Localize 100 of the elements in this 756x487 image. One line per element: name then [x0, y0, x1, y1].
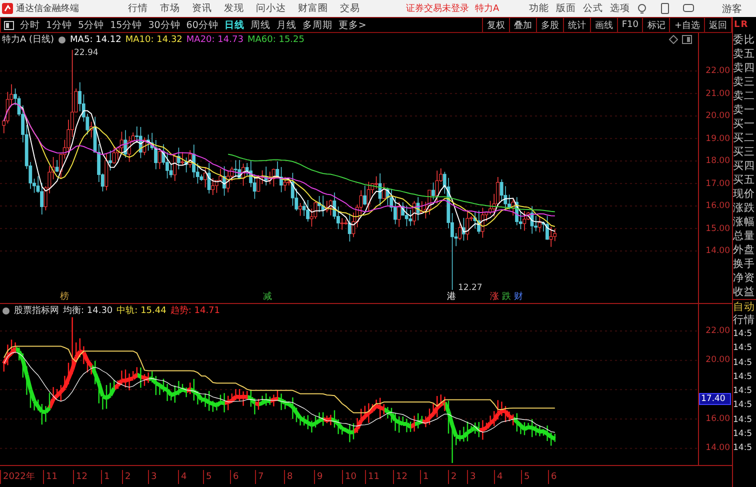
- date-label: 2: [122, 470, 131, 484]
- trade-time: 14:5: [733, 428, 754, 442]
- quote-row-label: 卖三: [733, 75, 756, 89]
- quote-row-label: 收益: [733, 285, 756, 299]
- quote-row-label: 买三: [733, 145, 756, 159]
- tool-menu-item[interactable]: 功能: [529, 2, 550, 15]
- period-tab[interactable]: 更多>: [335, 18, 370, 32]
- toolbar-button[interactable]: 叠加: [508, 18, 536, 32]
- event-marker[interactable]: 跌: [502, 292, 511, 303]
- period-tab[interactable]: 月线: [273, 18, 300, 32]
- axis-label: 18.00: [706, 156, 730, 166]
- menu-item[interactable]: 行情: [128, 2, 148, 15]
- period-tab[interactable]: 日线: [221, 18, 248, 32]
- date-label: 3: [148, 470, 157, 484]
- axis-label: 17.00: [706, 178, 730, 188]
- event-marker[interactable]: 涨: [490, 292, 499, 303]
- menu-item[interactable]: 问小达: [256, 2, 286, 15]
- indicator-title: 股票指标网: [14, 304, 59, 317]
- period-tab[interactable]: 分时: [17, 18, 43, 32]
- quote-row-label: 卖一: [733, 103, 756, 117]
- menu-item[interactable]: 发现: [224, 2, 244, 15]
- quote-row-label: 卖五: [733, 47, 756, 61]
- date-label: 6: [548, 470, 557, 484]
- period-tab[interactable]: 5分钟: [75, 18, 108, 32]
- tool-menu-item[interactable]: 公式: [583, 2, 604, 15]
- quote-row-label: 卖四: [733, 61, 756, 75]
- date-label: 9: [314, 470, 323, 484]
- date-label: 1: [101, 470, 110, 484]
- panel-header-label[interactable]: L: [734, 20, 740, 30]
- stock-name: 特力A: [475, 2, 500, 15]
- ma-legend: MA60: 15.25: [247, 34, 304, 44]
- panel-header-label[interactable]: R: [740, 20, 748, 30]
- date-label: 7: [255, 470, 264, 484]
- date-label: 6: [230, 470, 239, 484]
- period-tab[interactable]: 周线: [247, 18, 274, 32]
- indicator-legend: 均衡: 14.30: [63, 304, 113, 317]
- event-marker[interactable]: 财: [514, 292, 523, 303]
- tool-menu-item[interactable]: 选项: [610, 2, 630, 15]
- ma-legend: MA5: 14.12: [70, 34, 122, 44]
- menu-item[interactable]: 资讯: [192, 2, 212, 15]
- quote-row-label: 现价: [733, 187, 756, 201]
- event-marker[interactable]: 减: [263, 292, 272, 303]
- quote-row-label: 涨跌: [733, 201, 756, 215]
- toolbar-button[interactable]: F10: [616, 18, 642, 32]
- menu-item[interactable]: 财富圈: [298, 2, 328, 15]
- user-label[interactable]: 游客: [722, 2, 742, 16]
- auto-tab[interactable]: 自动: [733, 299, 756, 313]
- toolbar-button[interactable]: 复权: [482, 18, 509, 32]
- quote-row-label: 买二: [733, 131, 756, 145]
- menu-item[interactable]: 市场: [160, 2, 180, 15]
- period-tab[interactable]: 多周期: [299, 18, 336, 32]
- panel-toggle-icon[interactable]: [4, 20, 14, 30]
- period-tab[interactable]: 1分钟: [43, 18, 76, 32]
- date-label: 12: [393, 470, 408, 484]
- trade-time: 14:5: [733, 442, 754, 456]
- toolbar-button[interactable]: 返回: [704, 18, 731, 32]
- event-marker[interactable]: 港: [447, 292, 456, 303]
- axis-label: 20.00: [706, 111, 730, 121]
- toolbar-button[interactable]: +自选: [669, 18, 704, 32]
- quote-row-label: 买五: [733, 173, 756, 187]
- trade-time: 14:5: [733, 399, 754, 412]
- axis-label: 22.00: [706, 66, 730, 76]
- indicator-legend: 中轨: 15.44: [116, 304, 166, 317]
- logo-icon: [2, 3, 13, 14]
- axis-label: 16.00: [706, 201, 730, 211]
- axis-label: 14.00: [706, 246, 730, 256]
- ma-legend: MA10: 14.32: [125, 34, 182, 44]
- quote-row-label: 委比: [733, 33, 756, 47]
- date-label: 1: [420, 470, 429, 484]
- axis-label: 20.00: [706, 355, 730, 366]
- login-status[interactable]: 证券交易未登录: [406, 2, 469, 15]
- period-tab[interactable]: 15分钟: [107, 18, 146, 32]
- date-label: 11: [365, 470, 380, 484]
- axis-label: 21.00: [706, 88, 730, 98]
- axis-label: 19.00: [706, 134, 730, 144]
- period-tab[interactable]: 30分钟: [145, 18, 184, 32]
- toolbar-button[interactable]: 画线: [590, 18, 617, 32]
- toolbar-button[interactable]: 标记: [642, 18, 670, 32]
- date-label: 5: [521, 470, 530, 484]
- period-tab[interactable]: 60分钟: [183, 18, 222, 32]
- trade-time: 14:5: [733, 414, 754, 427]
- axis-label: 22.00: [706, 326, 730, 336]
- tool-menu-item[interactable]: 版面: [556, 2, 576, 15]
- low-price-label: 12.27: [458, 283, 482, 293]
- quote-row-label: 涨幅: [733, 215, 756, 229]
- diamond-icon[interactable]: [669, 35, 678, 44]
- toolbar-button[interactable]: 统计: [562, 18, 590, 32]
- axis-label: 16.00: [706, 414, 730, 424]
- section-label: 行情: [733, 313, 756, 327]
- event-marker[interactable]: 榜: [60, 292, 69, 303]
- toolbar-button[interactable]: 多股: [536, 18, 563, 32]
- quote-row-label: 外盘: [733, 243, 756, 257]
- trade-time: 14:5: [733, 370, 754, 384]
- phone-icon[interactable]: [661, 3, 670, 14]
- bulb-icon[interactable]: [637, 4, 648, 14]
- date-label: 4: [178, 470, 187, 484]
- message-icon[interactable]: [683, 4, 694, 13]
- axis-label: 14.00: [706, 443, 730, 454]
- menu-item[interactable]: 交易: [340, 2, 360, 15]
- panel-toggle-icon[interactable]: [682, 35, 692, 44]
